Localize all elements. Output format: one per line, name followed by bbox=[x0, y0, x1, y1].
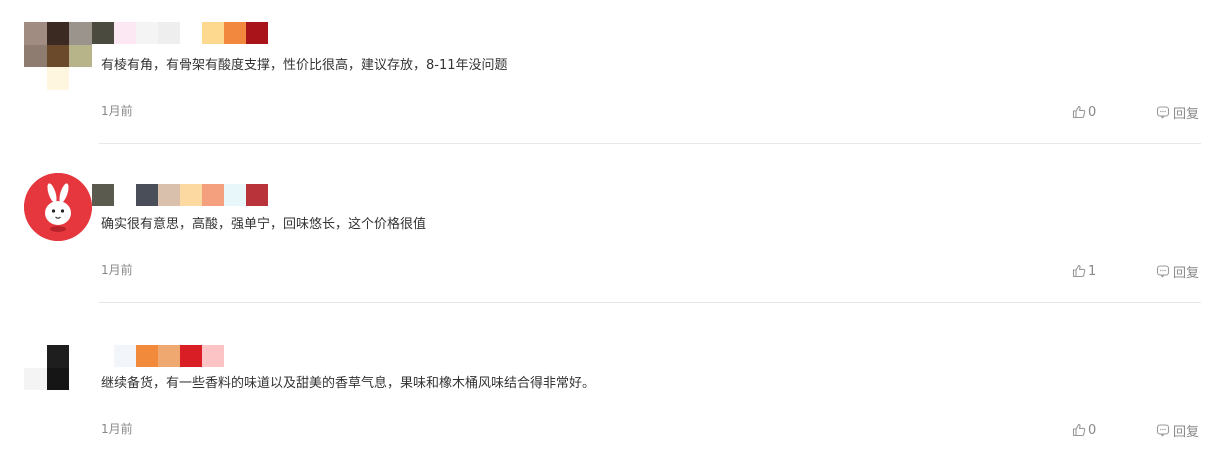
mosaic-cell bbox=[180, 345, 202, 367]
mosaic-cell bbox=[46, 67, 70, 90]
mosaic-cell bbox=[114, 345, 136, 367]
like-button[interactable]: 0 bbox=[1072, 103, 1096, 121]
mosaic-cell bbox=[92, 22, 114, 44]
mosaic-cell bbox=[136, 22, 158, 44]
mosaic-cell bbox=[46, 345, 70, 368]
comment-bubble-icon bbox=[1156, 105, 1170, 119]
mosaic-cell bbox=[24, 67, 47, 90]
mosaic-cell bbox=[24, 367, 47, 391]
mosaic-cell bbox=[46, 22, 70, 45]
mosaic-cell bbox=[69, 67, 92, 90]
like-button[interactable]: 0 bbox=[1072, 421, 1096, 439]
like-count: 1 bbox=[1088, 263, 1097, 279]
mosaic-cell bbox=[69, 390, 92, 413]
mosaic-cell bbox=[202, 22, 224, 44]
comment-text: 确实很有意思，高酸，强单宁，回味悠长，这个价格很值 bbox=[101, 217, 427, 232]
comment-time: 1月前 bbox=[101, 263, 133, 277]
reply-button[interactable]: 回复 bbox=[1156, 421, 1200, 440]
mosaic-cell bbox=[246, 184, 268, 206]
like-count: 0 bbox=[1088, 422, 1097, 438]
avatar[interactable] bbox=[24, 173, 92, 241]
mosaic-cell bbox=[24, 345, 47, 368]
thumbs-up-icon bbox=[1072, 423, 1086, 437]
avatar[interactable] bbox=[24, 345, 92, 413]
mosaic-cell bbox=[24, 44, 47, 68]
like-button[interactable]: 1 bbox=[1072, 262, 1096, 280]
mosaic-cell bbox=[69, 22, 92, 45]
mosaic-cell bbox=[180, 184, 202, 206]
mosaic-cell bbox=[136, 184, 158, 206]
comment-bubble-icon bbox=[1156, 264, 1170, 278]
mosaic-cell bbox=[69, 345, 92, 368]
mosaic-cell bbox=[158, 184, 180, 206]
comment-text: 有棱有角，有骨架有酸度支撑，性价比很高，建议存放，8-11年没问题 bbox=[101, 58, 508, 73]
comment-time: 1月前 bbox=[101, 422, 133, 436]
mosaic-cell bbox=[180, 22, 202, 44]
mosaic-cell bbox=[202, 345, 224, 367]
mosaic-cell bbox=[92, 345, 114, 367]
reply-button[interactable]: 回复 bbox=[1156, 262, 1200, 281]
mosaic-cell bbox=[114, 184, 136, 206]
bunny-icon bbox=[24, 173, 92, 241]
mosaic-cell bbox=[224, 184, 246, 206]
comment-text: 继续备货，有一些香料的味道以及甜美的香草气息，果味和橡木桶风味结合得非常好。 bbox=[101, 376, 596, 391]
username-blurred[interactable] bbox=[92, 345, 224, 367]
mosaic-cell bbox=[69, 367, 92, 391]
comment-time: 1月前 bbox=[101, 104, 133, 118]
reply-label: 回复 bbox=[1173, 265, 1200, 281]
mosaic-cell bbox=[202, 184, 224, 206]
mosaic-cell bbox=[92, 184, 114, 206]
thumbs-up-icon bbox=[1072, 264, 1086, 278]
mosaic-cell bbox=[69, 44, 92, 68]
mosaic-cell bbox=[46, 390, 70, 413]
divider bbox=[99, 143, 1201, 144]
username-blurred[interactable] bbox=[92, 184, 268, 206]
mosaic-cell bbox=[24, 22, 47, 45]
mosaic-cell bbox=[136, 345, 158, 367]
comment-bubble-icon bbox=[1156, 423, 1170, 437]
divider bbox=[99, 302, 1201, 303]
mosaic-cell bbox=[224, 22, 246, 44]
mosaic-cell bbox=[24, 390, 47, 413]
mosaic-cell bbox=[246, 22, 268, 44]
mosaic-cell bbox=[158, 22, 180, 44]
reply-button[interactable]: 回复 bbox=[1156, 103, 1200, 122]
thumbs-up-icon bbox=[1072, 105, 1086, 119]
username-blurred[interactable] bbox=[92, 22, 268, 44]
mosaic-cell bbox=[158, 345, 180, 367]
mosaic-cell bbox=[46, 44, 70, 68]
reply-label: 回复 bbox=[1173, 424, 1200, 440]
mosaic-cell bbox=[114, 22, 136, 44]
like-count: 0 bbox=[1088, 104, 1097, 120]
avatar[interactable] bbox=[24, 22, 92, 90]
mosaic-cell bbox=[46, 367, 70, 391]
reply-label: 回复 bbox=[1173, 106, 1200, 122]
